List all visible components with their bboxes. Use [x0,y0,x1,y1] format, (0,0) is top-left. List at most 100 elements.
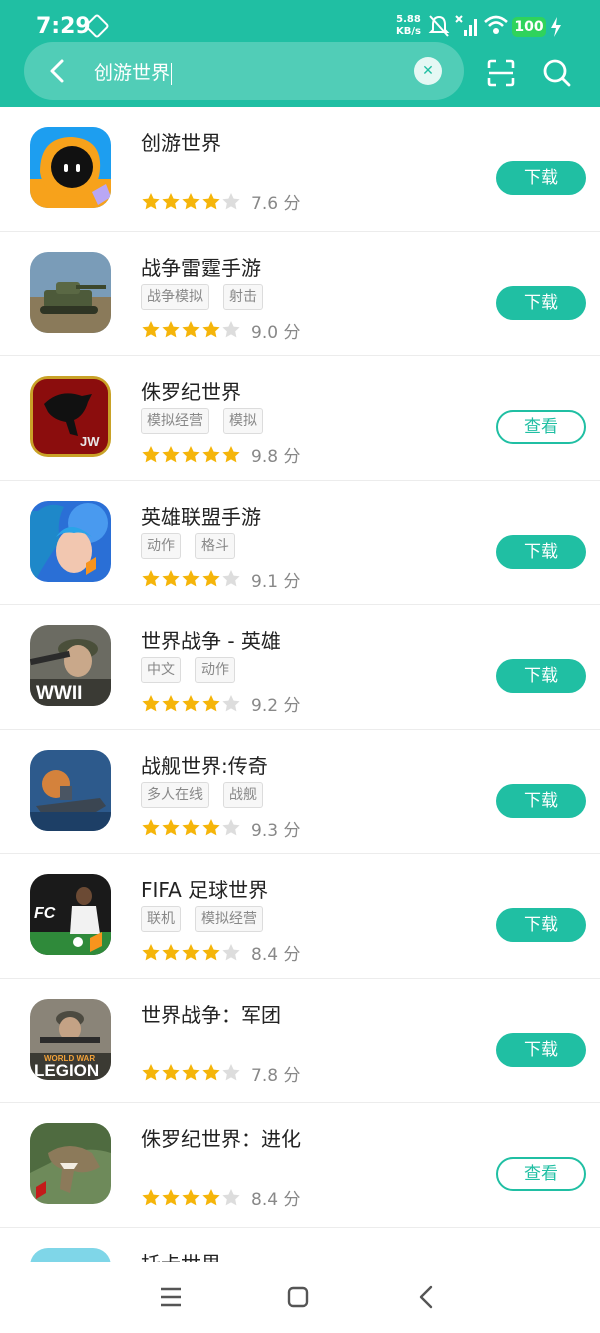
app-name: 侏罗纪世界：进化 [141,1127,301,1151]
tag: 模拟经营 [195,906,263,932]
rating-stars [142,445,240,462]
nav-back-icon[interactable] [416,1284,436,1310]
list-item[interactable]: JW 侏罗纪世界 模拟经营 模拟 9.8 分 查看 [0,356,600,481]
download-button[interactable]: 下载 [496,783,586,818]
net-speed-value: 5.88 [396,14,421,25]
app-name: 世界战争：军团 [141,1002,281,1027]
search-query: 创游世界 [94,62,171,84]
rating-score: 8.4 分 [251,1190,301,1210]
icon-text-jw: JW [80,434,100,449]
tag: 战舰 [223,781,263,808]
rating-score: 7.8 分 [251,1065,301,1086]
app-icon-world-war-legion[interactable]: WORLD WAR LEGION [30,998,111,1080]
app-tags: 模拟经营 模拟 [141,408,277,434]
app-icon-fifa[interactable]: FC [30,874,111,955]
app-icon-jurassic-world[interactable]: JW [30,376,111,457]
rating-score: 7.6 分 [251,194,301,214]
app-rating: 9.1 分 [141,567,301,592]
app-icon-jurassic-world-evolution[interactable] [30,1123,111,1204]
rating-stars [142,192,240,209]
rating-stars [142,321,240,338]
icon-text-wwii: WWII [36,683,82,704]
app-rating: 7.8 分 [141,1061,301,1086]
rating-stars [142,1188,240,1205]
app-name: 战舰世界:传奇 [141,753,268,778]
view-button[interactable]: 查看 [496,410,586,444]
app-name: FIFA 足球世界 [141,878,269,902]
app-name: 世界战争 - 英雄 [141,629,281,653]
tag: 中文 [141,657,181,683]
app-tags: 战争模拟 射击 [141,283,277,310]
list-item[interactable]: 战争雷霆手游 战争模拟 射击 9.0 分 下载 [0,232,600,356]
download-button[interactable]: 下载 [496,908,586,942]
tag: 动作 [195,657,235,683]
search-box[interactable] [24,42,464,100]
charging-icon [551,17,561,37]
rating-stars [142,943,240,960]
tag: 联机 [141,906,181,932]
app-tags: 动作 格斗 [141,532,249,559]
rating-score: 9.1 分 [251,571,301,592]
app-icon-world-war-heroes[interactable]: WWII [30,625,111,706]
icon-text-legion: LEGION [34,1061,99,1080]
wifi-icon [484,15,508,34]
download-button[interactable]: 下载 [496,161,586,195]
app-rating: 8.4 分 [141,1185,301,1210]
app-name: 战争雷霆手游 [141,255,261,280]
app-icon-war-thunder[interactable] [30,251,111,333]
recent-apps-icon[interactable] [160,1286,182,1308]
list-item[interactable]: WWII 世界战争 - 英雄 中文 动作 9.2 分 下载 [0,605,600,730]
app-icon-lol-wild-rift[interactable] [30,500,111,582]
tag: 动作 [141,532,181,559]
home-icon[interactable] [287,1286,309,1308]
back-arrow-icon[interactable] [44,56,74,86]
download-button[interactable]: 下载 [496,285,586,320]
app-tags: 多人在线 战舰 [141,781,277,808]
app-icon-world-of-warships[interactable] [30,749,111,831]
scan-icon[interactable] [486,58,516,88]
net-speed-unit: KB/s [396,26,421,37]
signal-icon [455,15,477,36]
app-name: 创游世界 [141,131,221,155]
text-cursor [171,62,173,85]
app-name: 英雄联盟手游 [141,504,261,529]
list-item[interactable]: WORLD WAR LEGION 世界战争：军团 7.8 分 下载 [0,979,600,1103]
download-button[interactable]: 下载 [496,534,586,569]
tag: 战争模拟 [141,283,209,310]
system-nav-bar [0,1262,600,1333]
battery-level: 100 [512,17,546,37]
search-icon[interactable] [542,58,572,88]
rating-score: 8.4 分 [251,945,301,965]
app-rating: 9.0 分 [141,318,301,343]
rating-stars [142,570,240,587]
list-item[interactable]: 创游世界 7.6 分 下载 [0,107,600,232]
top-bar: 7:29 5.88 KB/s 100 创游世界 ✕ [0,0,600,107]
tag: 模拟 [223,408,263,434]
rating-score: 9.0 分 [251,322,301,343]
download-button[interactable]: 下载 [496,659,586,693]
tag: 多人在线 [141,781,209,808]
tag: 模拟经营 [141,408,209,434]
rating-score: 9.8 分 [251,447,301,467]
mute-bell-icon [428,15,450,37]
list-item[interactable]: 侏罗纪世界：进化 8.4 分 查看 [0,1103,600,1228]
view-button[interactable]: 查看 [496,1157,586,1191]
list-item[interactable]: 战舰世界:传奇 多人在线 战舰 9.3 分 下载 [0,730,600,854]
status-time: 7:29 [36,14,91,39]
list-item[interactable]: 英雄联盟手游 动作 格斗 9.1 分 下载 [0,481,600,605]
app-rating: 8.4 分 [141,940,301,965]
app-name: 侏罗纪世界 [141,380,241,404]
rating-score: 9.3 分 [251,820,301,841]
rating-stars [142,1064,240,1081]
list-item[interactable]: FC FIFA 足球世界 联机 模拟经营 8.4 分 下载 [0,854,600,979]
app-rating: 9.2 分 [141,691,301,716]
rating-score: 9.2 分 [251,696,301,716]
clear-icon[interactable]: ✕ [414,57,442,85]
app-icon-chuangyou[interactable] [30,127,111,208]
download-button[interactable]: 下载 [496,1032,586,1067]
search-input[interactable]: 创游世界 [94,58,173,85]
icon-text-fc: FC [34,905,56,922]
results-list: 创游世界 7.6 分 下载 战争雷霆手游 战争模拟 射击 9.0 分 下载 JW… [0,107,600,1268]
app-rating: 9.8 分 [141,442,301,467]
tag: 格斗 [195,532,235,559]
